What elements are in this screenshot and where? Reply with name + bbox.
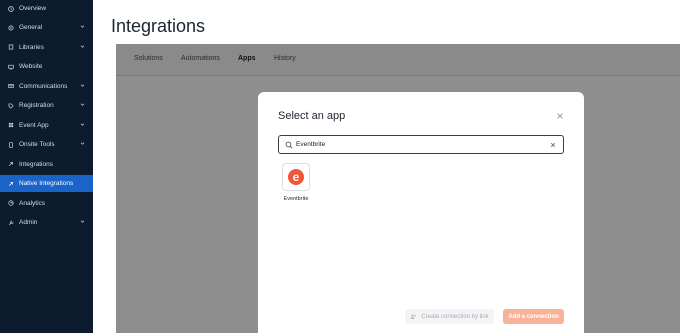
tag-icon bbox=[8, 103, 14, 109]
chevron-down-icon bbox=[80, 142, 85, 145]
link-icon bbox=[8, 161, 14, 167]
chevron-down-icon bbox=[80, 123, 85, 126]
sidebar-item-registration[interactable]: Registration bbox=[0, 97, 93, 114]
tab-history[interactable]: History bbox=[274, 55, 296, 62]
page-title: Integrations bbox=[111, 16, 206, 36]
sidebar-item-communications[interactable]: Communications bbox=[0, 78, 93, 95]
chevron-down-icon bbox=[80, 220, 85, 223]
sidebar-item-overview[interactable]: Overview bbox=[0, 0, 93, 17]
chevron-down-icon bbox=[80, 84, 85, 87]
users-icon bbox=[410, 314, 417, 319]
sidebar-item-label: Admin bbox=[19, 219, 38, 226]
chevron-down-icon bbox=[80, 45, 85, 48]
tab-automations[interactable]: Automations bbox=[181, 55, 220, 62]
content-panel: Solutions Automations Apps History Selec… bbox=[116, 44, 680, 333]
main-area: Integrations Solutions Automations Apps … bbox=[93, 0, 688, 333]
sidebar-item-label: Onsite Tools bbox=[19, 141, 55, 148]
modal-title: Select an app bbox=[278, 110, 346, 122]
eventbrite-logo-icon: e bbox=[282, 163, 310, 191]
create-connection-label: Create connection by link bbox=[421, 313, 489, 320]
close-icon[interactable] bbox=[556, 112, 564, 120]
sidebar-item-native-integrations[interactable]: Native Integrations bbox=[0, 175, 93, 192]
sidebar-item-libraries[interactable]: Libraries bbox=[0, 39, 93, 56]
create-connection-by-link-button[interactable]: Create connection by link bbox=[405, 309, 494, 324]
clear-icon[interactable] bbox=[550, 142, 556, 148]
grid-icon bbox=[8, 122, 14, 128]
eventbrite-logo-letter: e bbox=[288, 169, 304, 185]
search-input[interactable] bbox=[296, 141, 536, 148]
app-name: Eventbrite bbox=[283, 196, 309, 202]
wrench-icon bbox=[8, 220, 14, 226]
sidebar-item-label: Event App bbox=[19, 121, 49, 129]
tab-bar: Solutions Automations Apps History bbox=[116, 44, 680, 76]
chevron-down-icon bbox=[80, 25, 85, 28]
add-connection-button[interactable]: Add a connection bbox=[503, 309, 564, 324]
sidebar-item-label: Overview bbox=[19, 5, 47, 12]
phone-icon bbox=[8, 141, 14, 148]
sidebar: Overview General Libraries Website Commu… bbox=[0, 0, 93, 333]
gear-icon bbox=[8, 24, 14, 31]
sidebar-item-label: Libraries bbox=[19, 43, 44, 51]
monitor-icon bbox=[8, 64, 14, 70]
sidebar-item-event-app[interactable]: Event App bbox=[0, 117, 93, 134]
app-tile-eventbrite[interactable]: e Eventbrite bbox=[282, 163, 310, 203]
sidebar-item-integrations[interactable]: Integrations bbox=[0, 156, 93, 173]
sidebar-item-admin[interactable]: Admin bbox=[0, 214, 93, 231]
link-icon bbox=[8, 181, 14, 187]
book-icon bbox=[8, 44, 14, 50]
search-field bbox=[278, 135, 564, 154]
sidebar-item-label: Registration bbox=[19, 102, 54, 109]
sidebar-item-onsite-tools[interactable]: Onsite Tools bbox=[0, 136, 93, 153]
clock-icon bbox=[8, 5, 14, 12]
tab-apps[interactable]: Apps bbox=[238, 55, 256, 62]
chart-icon bbox=[8, 200, 14, 206]
select-app-modal: Select an app e Eventbrite Create connec… bbox=[258, 92, 584, 333]
sidebar-item-label: Integrations bbox=[19, 160, 53, 168]
sidebar-item-general[interactable]: General bbox=[0, 19, 93, 36]
chevron-down-icon bbox=[80, 103, 85, 106]
sidebar-item-label: Website bbox=[19, 63, 43, 70]
sidebar-item-label: Communications bbox=[19, 82, 68, 90]
tab-solutions[interactable]: Solutions bbox=[134, 55, 163, 62]
sidebar-item-analytics[interactable]: Analytics bbox=[0, 195, 93, 212]
sidebar-item-label: General bbox=[19, 24, 43, 31]
sidebar-item-label: Analytics bbox=[19, 199, 46, 207]
sidebar-item-website[interactable]: Website bbox=[0, 58, 93, 75]
search-icon bbox=[285, 141, 293, 149]
sidebar-item-label: Native Integrations bbox=[19, 180, 74, 187]
envelope-icon bbox=[8, 83, 14, 89]
